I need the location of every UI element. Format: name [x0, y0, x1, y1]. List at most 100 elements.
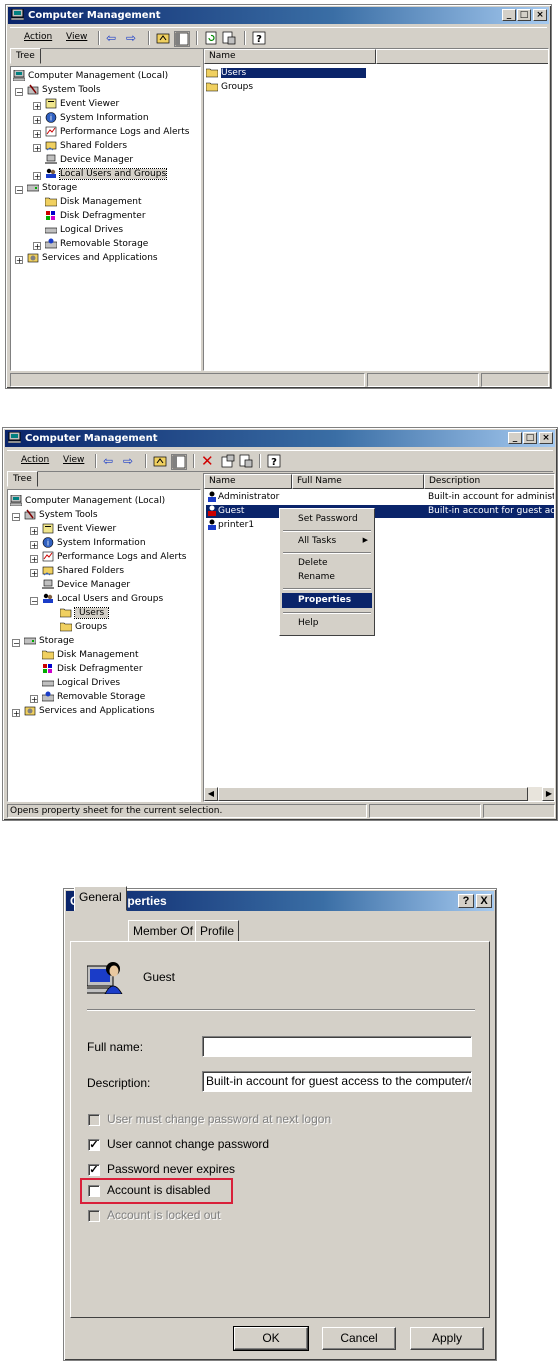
collapse-toggle[interactable]: −	[15, 88, 23, 97]
menu-item-properties[interactable]: Properties	[282, 593, 372, 608]
tree-item-event-viewer[interactable]: Event Viewer	[42, 522, 116, 536]
column-header-full-name[interactable]: Full Name	[292, 474, 424, 489]
up-folder-icon[interactable]	[156, 31, 170, 45]
properties-icon[interactable]	[221, 454, 235, 468]
menu-item-set-password[interactable]: Set Password	[282, 512, 372, 527]
scroll-thumb[interactable]	[218, 787, 528, 801]
menu-action[interactable]: Action	[21, 455, 49, 465]
tree-item-services-applications[interactable]: Services and Applications	[24, 704, 155, 718]
tab-tree[interactable]: Tree	[10, 48, 41, 64]
tree-item-device-manager[interactable]: Device Manager	[42, 578, 130, 592]
tree-item-disk-management[interactable]: Disk Management	[45, 195, 141, 209]
close-button[interactable]: ×	[533, 9, 547, 21]
expand-toggle[interactable]: +	[12, 709, 20, 718]
description-input[interactable]: Built-in account for guest access to the…	[202, 1071, 472, 1092]
help-button[interactable]: ?	[458, 894, 474, 908]
close-button[interactable]: X	[476, 894, 492, 908]
tab-profile[interactable]: Profile	[195, 920, 240, 942]
tree-item-removable-storage[interactable]: Removable Storage	[45, 237, 148, 251]
account-disabled-checkbox[interactable]	[88, 1185, 100, 1197]
collapse-toggle[interactable]: −	[15, 186, 23, 195]
tree-item-computer-management[interactable]: Computer Management (Local)	[13, 69, 168, 83]
list-item-groups[interactable]: Groups	[206, 80, 253, 94]
collapse-toggle[interactable]: −	[12, 513, 20, 522]
column-header-description[interactable]: Description	[424, 474, 554, 489]
tree-item-users[interactable]: Users	[60, 606, 110, 620]
list-row-guest[interactable]: Guest Built-in account for guest acce	[206, 505, 554, 518]
column-header-name[interactable]: Name	[204, 474, 292, 489]
tree-item-storage[interactable]: Storage	[24, 634, 74, 648]
tree-item-system-tools[interactable]: System Tools	[27, 83, 101, 97]
tree-item-local-users-groups[interactable]: Local Users and Groups	[42, 592, 163, 606]
tree-item-storage[interactable]: Storage	[27, 181, 77, 195]
tree-item-removable-storage[interactable]: Removable Storage	[42, 690, 145, 704]
horizontal-scrollbar[interactable]: ◀ ▶	[204, 787, 554, 801]
back-arrow-icon[interactable]: ⇦	[103, 454, 117, 468]
cannot-change-password-checkbox[interactable]: ✓	[88, 1139, 100, 1151]
expand-toggle[interactable]: +	[30, 527, 38, 536]
scroll-right-button[interactable]: ▶	[542, 787, 554, 801]
expand-toggle[interactable]: +	[30, 569, 38, 578]
tree-item-event-viewer[interactable]: Event Viewer	[45, 97, 119, 111]
menu-view[interactable]: View	[63, 455, 84, 465]
tree-item-system-information[interactable]: i System Information	[42, 536, 146, 550]
tree-item-logical-drives[interactable]: Logical Drives	[45, 223, 123, 237]
apply-button[interactable]: Apply	[410, 1327, 484, 1350]
tree-item-disk-management[interactable]: Disk Management	[42, 648, 138, 662]
maximize-button[interactable]: □	[517, 9, 531, 21]
tree-item-local-users-groups[interactable]: Local Users and Groups	[45, 167, 168, 181]
help-icon[interactable]: ?	[252, 31, 266, 45]
expand-toggle[interactable]: +	[33, 116, 41, 125]
expand-toggle[interactable]: +	[15, 256, 23, 265]
tree-item-disk-defragmenter[interactable]: Disk Defragmenter	[45, 209, 146, 223]
tree-item-computer-management[interactable]: Computer Management (Local)	[10, 494, 165, 508]
back-arrow-icon[interactable]: ⇦	[106, 31, 120, 45]
list-row-printer1[interactable]: printer1	[206, 519, 554, 532]
password-never-expires-label[interactable]: Password never expires	[107, 1162, 235, 1176]
menu-item-help[interactable]: Help	[282, 616, 372, 631]
expand-toggle[interactable]: +	[33, 172, 41, 181]
expand-toggle[interactable]: +	[33, 130, 41, 139]
close-button[interactable]: ×	[539, 432, 553, 444]
tree-item-shared-folders[interactable]: Shared Folders	[42, 564, 124, 578]
menu-action[interactable]: Action	[24, 32, 52, 42]
show-tree-icon[interactable]	[171, 454, 187, 470]
help-icon[interactable]: ?	[267, 454, 281, 468]
tree-item-logical-drives[interactable]: Logical Drives	[42, 676, 120, 690]
expand-toggle[interactable]: +	[33, 242, 41, 251]
menu-item-all-tasks[interactable]: All Tasks	[282, 534, 372, 549]
forward-arrow-icon[interactable]: ⇨	[123, 454, 137, 468]
export-list-icon[interactable]	[222, 31, 236, 45]
collapse-toggle[interactable]: −	[30, 597, 38, 606]
tree-item-disk-defragmenter[interactable]: Disk Defragmenter	[42, 662, 143, 676]
list-row-administrator[interactable]: Administrator Built-in account for admin…	[206, 491, 554, 504]
cancel-button[interactable]: Cancel	[322, 1327, 396, 1350]
collapse-toggle[interactable]: −	[12, 639, 20, 648]
tree-item-shared-folders[interactable]: Shared Folders	[45, 139, 127, 153]
scroll-left-button[interactable]: ◀	[204, 787, 218, 801]
tab-tree[interactable]: Tree	[7, 471, 38, 487]
ok-button[interactable]: OK	[233, 1326, 309, 1351]
minimize-button[interactable]: _	[502, 9, 516, 21]
maximize-button[interactable]: □	[523, 432, 537, 444]
tree-item-performance-logs[interactable]: Performance Logs and Alerts	[45, 125, 189, 139]
account-disabled-label[interactable]: Account is disabled	[107, 1183, 210, 1197]
tree-item-groups[interactable]: Groups	[60, 620, 107, 634]
export-list-icon[interactable]	[239, 454, 253, 468]
expand-toggle[interactable]: +	[33, 144, 41, 153]
forward-arrow-icon[interactable]: ⇨	[126, 31, 140, 45]
minimize-button[interactable]: _	[508, 432, 522, 444]
tree-item-system-tools[interactable]: System Tools	[24, 508, 98, 522]
expand-toggle[interactable]: +	[30, 541, 38, 550]
menu-item-delete[interactable]: Delete	[282, 556, 372, 571]
menu-view[interactable]: View	[66, 32, 87, 42]
expand-toggle[interactable]: +	[33, 102, 41, 111]
password-never-expires-checkbox[interactable]: ✓	[88, 1164, 100, 1176]
tree-item-device-manager[interactable]: Device Manager	[45, 153, 133, 167]
expand-toggle[interactable]: +	[30, 695, 38, 704]
tab-member-of[interactable]: Member Of	[128, 920, 199, 942]
refresh-icon[interactable]	[204, 31, 218, 45]
tree-item-performance-logs[interactable]: Performance Logs and Alerts	[42, 550, 186, 564]
delete-icon[interactable]: ✕	[201, 454, 215, 469]
full-name-input[interactable]	[202, 1036, 472, 1057]
